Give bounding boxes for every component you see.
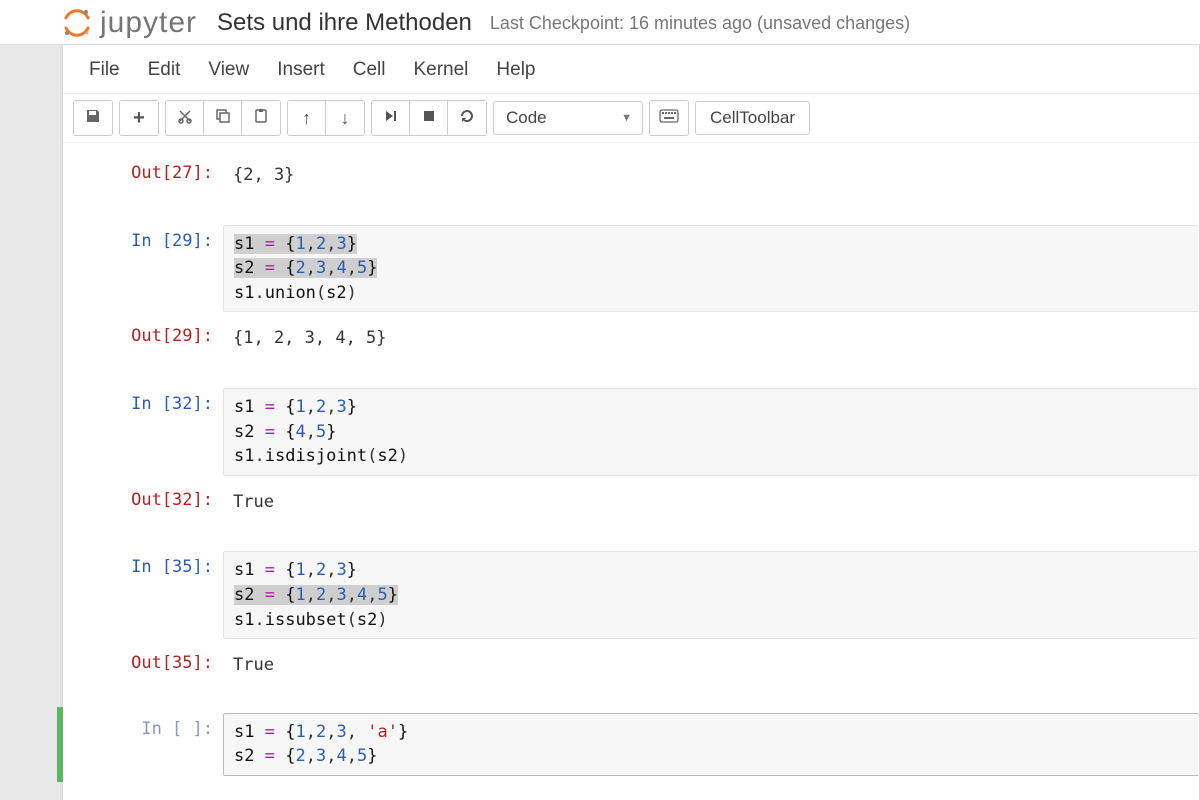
output-row: Out[27]: {2, 3} <box>63 153 1199 199</box>
move-up-button[interactable]: ↑ <box>288 101 326 135</box>
output-row: Out[35]: True <box>63 643 1199 689</box>
keyboard-icon <box>659 109 679 128</box>
save-icon <box>85 108 101 129</box>
in-prompt: In [35]: <box>63 551 223 639</box>
menu-help[interactable]: Help <box>496 59 535 81</box>
code-cell[interactable]: In [35]: s1 = {1,2,3} s2 = {1,2,3,4,5} s… <box>63 547 1199 643</box>
paste-button[interactable] <box>242 101 280 135</box>
jupyter-logo-text: jupyter <box>100 6 197 40</box>
arrow-down-icon: ↓ <box>341 108 350 129</box>
output-text: {2, 3} <box>223 157 304 195</box>
code-input[interactable]: s1 = {1,2,3, 'a'} s2 = {2,3,4,5} <box>223 713 1199 776</box>
restart-button[interactable] <box>448 101 486 135</box>
command-palette-button[interactable] <box>650 101 688 135</box>
in-prompt: In [ ]: <box>63 713 223 776</box>
menu-kernel[interactable]: Kernel <box>413 59 468 81</box>
output-text: {1, 2, 3, 4, 5} <box>223 320 397 358</box>
run-button[interactable] <box>372 101 410 135</box>
main-panel: File Edit View Insert Cell Kernel Help + <box>62 45 1200 800</box>
notebook-area[interactable]: Out[27]: {2, 3} In [29]: s1 = {1,2,3} s2… <box>63 143 1199 800</box>
code-input[interactable]: s1 = {1,2,3} s2 = {4,5} s1.isdisjoint(s2… <box>223 388 1199 476</box>
in-prompt: In [29]: <box>63 225 223 313</box>
code-input[interactable]: s1 = {1,2,3} s2 = {2,3,4,5} s1.union(s2) <box>223 225 1199 313</box>
output-row: Out[29]: {1, 2, 3, 4, 5} <box>63 316 1199 362</box>
save-button[interactable] <box>74 101 112 135</box>
menu-file[interactable]: File <box>89 59 120 81</box>
code-cell-selected[interactable]: In [ ]: s1 = {1,2,3, 'a'} s2 = {2,3,4,5} <box>57 707 1199 782</box>
output-row: Out[32]: True <box>63 480 1199 526</box>
celltoolbar-button[interactable]: CellToolbar <box>695 101 810 135</box>
out-prompt: Out[32]: <box>63 484 223 522</box>
copy-button[interactable] <box>204 101 242 135</box>
menu-edit[interactable]: Edit <box>148 59 181 81</box>
cut-button[interactable] <box>166 101 204 135</box>
out-prompt: Out[35]: <box>63 647 223 685</box>
menu-cell[interactable]: Cell <box>353 59 386 81</box>
plus-icon: + <box>133 107 145 130</box>
refresh-icon <box>459 108 475 129</box>
menu-insert[interactable]: Insert <box>277 59 325 81</box>
menu-view[interactable]: View <box>208 59 249 81</box>
add-cell-button[interactable]: + <box>120 101 158 135</box>
in-prompt: In [32]: <box>63 388 223 476</box>
menu-bar: File Edit View Insert Cell Kernel Help <box>63 45 1199 94</box>
cut-icon <box>177 108 193 129</box>
cell-type-value: Code <box>506 108 547 128</box>
move-down-button[interactable]: ↓ <box>326 101 364 135</box>
header: jupyter Sets und ihre Methoden Last Chec… <box>0 0 1200 45</box>
jupyter-logo[interactable]: jupyter <box>62 6 197 40</box>
out-prompt: Out[27]: <box>63 157 223 195</box>
interrupt-button[interactable] <box>410 101 448 135</box>
arrow-up-icon: ↑ <box>302 108 311 129</box>
copy-icon <box>215 108 231 129</box>
cell-type-select[interactable]: Code ▼ <box>493 101 643 135</box>
step-forward-icon <box>384 109 398 128</box>
output-text: True <box>223 647 284 685</box>
code-cell[interactable]: In [29]: s1 = {1,2,3} s2 = {2,3,4,5} s1.… <box>63 221 1199 317</box>
code-input[interactable]: s1 = {1,2,3} s2 = {1,2,3,4,5} s1.issubse… <box>223 551 1199 639</box>
celltoolbar-label: CellToolbar <box>710 108 795 128</box>
toolbar: + <box>63 94 1199 143</box>
checkpoint-text: Last Checkpoint: 16 minutes ago (unsaved… <box>490 13 910 34</box>
paste-icon <box>253 108 269 129</box>
out-prompt: Out[29]: <box>63 320 223 358</box>
code-cell[interactable]: In [32]: s1 = {1,2,3} s2 = {4,5} s1.isdi… <box>63 384 1199 480</box>
stop-icon <box>422 109 436 128</box>
jupyter-logo-icon <box>62 8 92 38</box>
chevron-down-icon: ▼ <box>621 112 632 124</box>
output-text: True <box>223 484 284 522</box>
notebook-title[interactable]: Sets und ihre Methoden <box>217 9 472 37</box>
